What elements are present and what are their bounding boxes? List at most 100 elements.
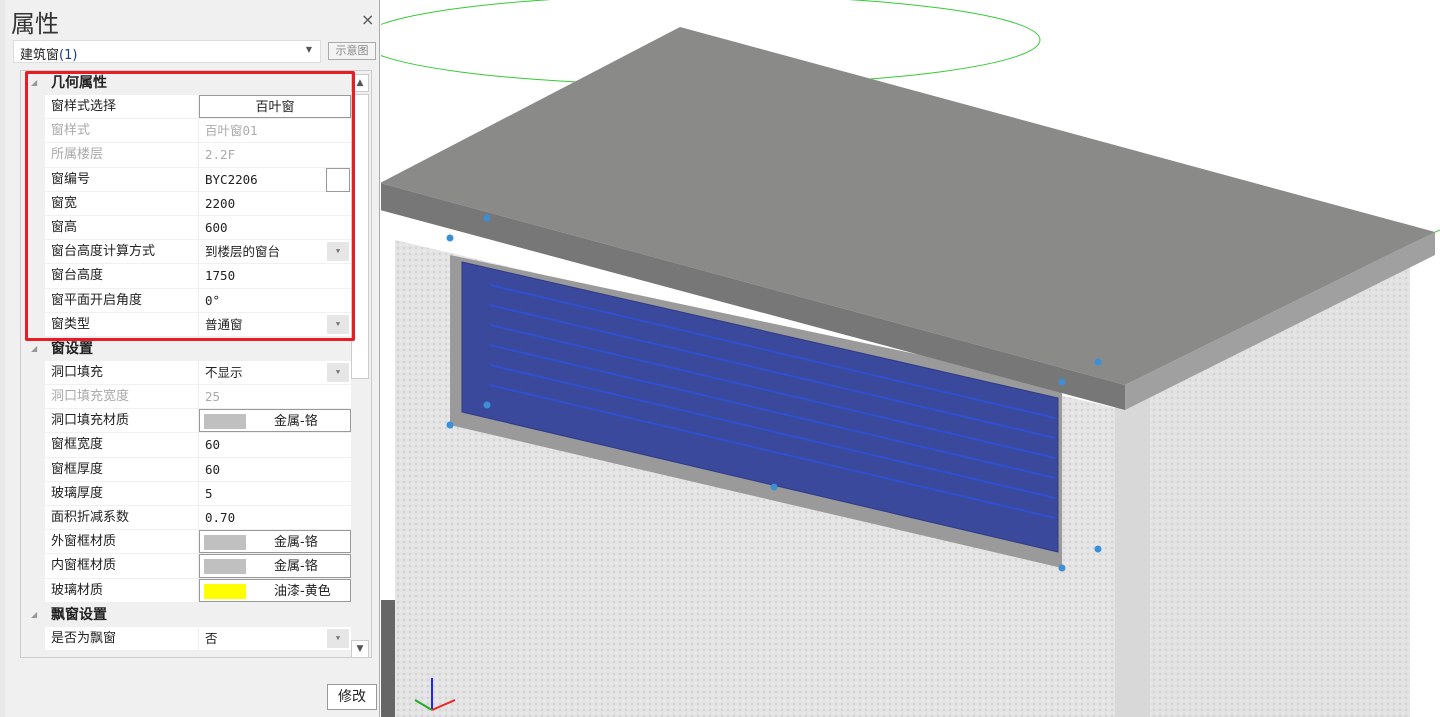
property-value-text: 2.2F [205,147,236,163]
property-row: 窗台高度计算方式 ▼ 到楼层的窗台 [45,240,351,265]
scrollbar[interactable]: ▲ ▼ [351,74,369,658]
property-label: 窗平面开启角度 [45,288,199,312]
chevron-down-icon: ▼ [305,45,312,54]
collapse-icon[interactable]: ◢ [31,71,37,95]
property-value-text: 到楼层的窗台 [205,244,281,260]
property-value-text: 0.70 [205,510,236,525]
property-label: 洞口填充宽度 [45,385,199,409]
property-label: 窗台高度计算方式 [45,240,199,264]
property-row: 窗框宽度 60 [45,433,351,458]
property-value-text: 60 [205,461,221,477]
property-value[interactable]: 金属-铬 [199,554,351,578]
property-row: 窗样式 百叶窗01 [45,119,351,144]
property-row: 是否为飘窗 ▼ 否 [45,626,351,651]
property-value: 百叶窗01 [199,119,351,142]
section-header[interactable]: ◢ 飘窗设置 [21,603,371,627]
property-value[interactable]: 5 [199,482,351,505]
property-value[interactable]: 油漆-黄色 [199,578,351,602]
property-label: 面积折减系数 [45,506,199,530]
property-row: 窗编号 BYC2206 [45,167,351,192]
property-value[interactable]: 0.70 [199,506,351,529]
collapse-icon[interactable]: ◢ [31,603,37,627]
property-value[interactable]: ▼ 到楼层的窗台 [199,240,351,263]
color-swatch [204,414,246,430]
panel-title: 属性 [11,10,59,38]
property-value[interactable]: 0° [199,289,351,312]
modify-button[interactable]: 修改 [327,684,377,710]
chevron-down-icon[interactable]: ▼ [327,314,349,334]
property-label: 窗编号 [45,167,199,191]
property-value[interactable]: 600 [199,216,351,239]
property-label: 是否为飘窗 [45,626,199,650]
section-title: 几何属性 [51,75,107,91]
property-row: 所属楼层 2.2F [45,143,351,168]
chevron-down-icon[interactable]: ▼ [327,628,349,648]
property-value-text: 25 [205,389,221,405]
property-row: 洞口填充 ▼ 不显示 [45,360,351,386]
scroll-down-icon[interactable]: ▼ [351,640,369,658]
element-selector[interactable]: 建筑窗(1) ▼ [13,40,321,63]
property-value-text: 1750 [205,268,236,284]
property-label: 所属楼层 [45,143,199,167]
property-value-text: 金属-铬 [274,559,318,575]
property-value: 25 [199,385,351,408]
picker-button[interactable] [326,167,350,192]
3d-viewport[interactable] [381,0,1440,717]
color-swatch [204,535,246,551]
scroll-up-icon[interactable]: ▲ [351,74,369,92]
property-value[interactable]: 百叶窗 [199,95,351,119]
property-value-text: 百叶窗01 [205,123,258,139]
property-row: 玻璃材质 油漆-黄色 [45,578,351,603]
property-value-text: 60 [205,437,221,453]
close-button[interactable]: × [361,10,374,29]
property-value[interactable]: BYC2206 [199,167,351,192]
property-value[interactable]: 60 [199,433,351,456]
color-swatch [204,583,246,599]
property-row: 洞口填充宽度 25 [45,385,351,410]
property-value[interactable]: 60 [199,458,351,481]
property-value[interactable]: 2200 [199,192,351,215]
property-row: 外窗框材质 金属-铬 [45,530,351,555]
selector-count: (1) [59,48,78,63]
property-label: 洞口填充 [45,360,199,385]
diagram-button[interactable]: 示意图 [328,42,376,60]
section-title: 窗设置 [51,340,93,357]
property-label: 窗样式 [45,119,199,143]
property-label: 窗框厚度 [45,457,199,481]
property-value[interactable]: ▼ 普通窗 [199,313,351,336]
property-value[interactable]: ▼ 不显示 [199,361,351,384]
property-value-text: BYC2206 [205,171,258,187]
property-row: 面积折减系数 0.70 [45,506,351,531]
property-value-text: 否 [205,630,218,646]
property-value-text: 600 [205,219,228,235]
property-row: 窗台高度 1750 [45,264,351,289]
property-value-text: 不显示 [205,364,243,380]
property-value-text: 0° [205,292,221,308]
property-value-text: 2200 [205,195,236,211]
scroll-thumb[interactable] [351,94,369,379]
chevron-down-icon[interactable]: ▼ [327,362,349,382]
property-value-text: 普通窗 [205,316,243,332]
property-label: 外窗框材质 [45,530,199,554]
property-value[interactable]: 1750 [199,264,351,287]
property-value[interactable]: 金属-铬 [199,530,351,554]
property-grid: ◢ 几何属性 窗样式选择 百叶窗 窗样式 百叶窗01 所属楼层 2.2F 窗编号 BYC2206 窗… [20,70,372,658]
collapse-icon[interactable]: ◢ [31,337,37,361]
property-value[interactable]: ▼ 否 [199,627,351,650]
lower-floor [381,600,395,717]
property-value-text: 5 [205,485,213,501]
property-label: 窗宽 [45,191,199,215]
section-header[interactable]: ◢ 窗设置 [21,337,371,361]
section-header[interactable]: ◢ 几何属性 [21,71,371,95]
property-value-text: 金属-铬 [274,535,318,551]
property-row: 窗类型 ▼ 普通窗 [45,312,351,337]
property-row: 窗宽 2200 [45,191,351,216]
color-swatch [204,559,246,575]
property-value-text: 金属-铬 [274,414,318,430]
chevron-down-icon[interactable]: ▼ [327,242,349,262]
properties-panel: 属性 × 建筑窗(1) ▼ 示意图 ◢ 几何属性 窗样式选择 百叶窗 窗样式 百叶窗01 所属… [0,0,380,717]
section-title: 飘窗设置 [51,606,107,623]
property-label: 洞口填充材质 [45,409,199,433]
selector-label: 建筑窗 [20,48,60,63]
property-value[interactable]: 金属-铬 [199,409,351,433]
